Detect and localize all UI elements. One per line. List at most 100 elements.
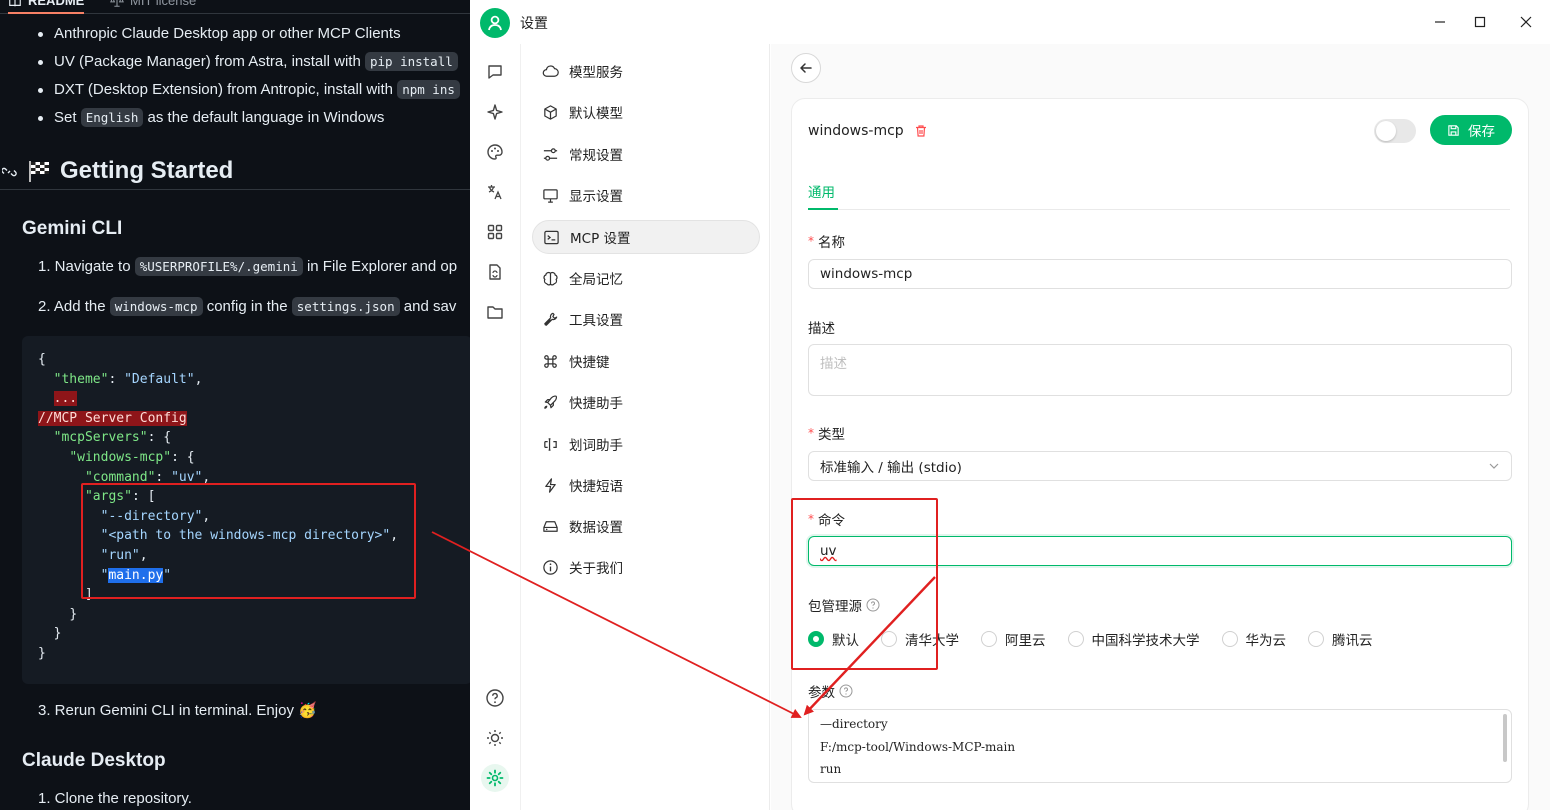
inline-code: settings.json: [291, 297, 400, 316]
type-select[interactable]: 标准输入 / 输出 (stdio): [808, 451, 1512, 481]
avatar[interactable]: [480, 8, 510, 38]
zap-icon: [545, 477, 556, 493]
radio-label: 阿里云: [1005, 633, 1046, 649]
close-icon: [1520, 16, 1532, 28]
menu-item-label: 默认模型: [569, 106, 623, 122]
settings-window: 设置 模型服务 默认模型 常规设置 显示设置 MCP 设置 全局记忆 工具设置 …: [470, 0, 1550, 810]
menu-item-general-settings[interactable]: 常规设置: [532, 137, 760, 171]
radio-aliyun[interactable]: 阿里云: [981, 629, 1046, 649]
help-icon[interactable]: [483, 686, 507, 710]
menu-item-shortcuts[interactable]: 快捷键: [532, 344, 760, 378]
title-bar: 设置: [470, 0, 1550, 44]
file-sync-icon[interactable]: [483, 260, 507, 284]
mcp-server-editor: windows-mcp 保存 通用 * 名称 windows-mcp 描述 描述 …: [771, 44, 1550, 810]
menu-item-quick-assistant[interactable]: 快捷助手: [532, 385, 760, 419]
menu-item-display-settings[interactable]: 显示设置: [532, 178, 760, 212]
arrow-left-icon: [800, 63, 812, 73]
github-readme-panel: README MIT license Anthropic Claude Desk…: [0, 0, 470, 810]
code-line: ...: [53, 391, 78, 407]
menu-item-label: 显示设置: [569, 189, 623, 205]
trash-icon[interactable]: [914, 124, 928, 138]
radio-tencent[interactable]: 腾讯云: [1308, 629, 1373, 649]
menu-item-mcp-settings[interactable]: MCP 设置: [532, 220, 760, 254]
menu-item-quick-phrases[interactable]: 快捷短语: [532, 468, 760, 502]
requirements-list: Anthropic Claude Desktop app or other MC…: [38, 22, 460, 134]
inline-code: pip install: [364, 52, 458, 71]
maximize-button[interactable]: [1468, 10, 1492, 34]
radio-button[interactable]: [1067, 631, 1084, 647]
code-line: {: [38, 352, 46, 367]
menu-item-label: 快捷助手: [569, 396, 623, 412]
scrollbar[interactable]: [1503, 714, 1507, 762]
back-button[interactable]: [791, 53, 821, 83]
menu-item-label: 快捷短语: [569, 479, 623, 495]
gemini-heading: Gemini CLI: [22, 218, 123, 239]
description-input[interactable]: 描述: [808, 344, 1512, 396]
settings-icon[interactable]: [481, 764, 509, 792]
menu-item-about[interactable]: 关于我们: [532, 550, 760, 584]
section-heading: Getting Started: [0, 152, 470, 190]
list-item-text: as the default language in Windows: [147, 109, 385, 126]
code-key: "theme": [53, 371, 109, 387]
label-text: 描述: [808, 321, 835, 337]
help-icon[interactable]: [839, 684, 853, 698]
close-button[interactable]: [1514, 10, 1538, 34]
step-text: config in the: [206, 298, 288, 315]
radio-button[interactable]: [1308, 631, 1324, 647]
checkered-flag-icon: [29, 160, 49, 182]
monitor-icon: [543, 188, 558, 203]
name-input[interactable]: windows-mcp: [808, 259, 1512, 289]
radio-button[interactable]: [1221, 631, 1238, 647]
step-1: 1. Navigate to %USERPROFILE%/.gemini in …: [38, 257, 458, 276]
code-comment: //MCP Server Config: [38, 410, 187, 426]
palette-icon[interactable]: [483, 140, 507, 164]
translate-icon[interactable]: [483, 180, 507, 204]
save-icon: [1448, 124, 1459, 136]
server-enable-toggle[interactable]: [1374, 119, 1416, 143]
save-button[interactable]: 保存: [1430, 115, 1512, 145]
menu-item-data-settings[interactable]: 数据设置: [532, 509, 760, 543]
server-name: windows-mcp: [808, 123, 904, 139]
label-text: 类型: [818, 427, 845, 443]
chevron-down-icon: [1489, 463, 1499, 469]
command-icon: [544, 354, 557, 368]
args-textarea[interactable]: —directory F:/mcp-tool/Windows-MCP-main …: [808, 709, 1512, 783]
input-placeholder: 描述: [820, 356, 847, 372]
chat-icon[interactable]: [483, 60, 507, 84]
server-card: windows-mcp 保存 通用 * 名称 windows-mcp 描述 描述 …: [791, 98, 1529, 810]
terminal-icon: [544, 230, 559, 244]
brain-icon: [543, 271, 558, 285]
inline-code: %USERPROFILE%/.gemini: [134, 257, 303, 276]
tab-license[interactable]: MIT license: [110, 0, 196, 8]
radio-huawei[interactable]: 华为云: [1221, 629, 1286, 649]
claude-heading: Claude Desktop: [22, 750, 166, 771]
menu-item-global-memory[interactable]: 全局记忆: [532, 261, 760, 295]
menu-item-label: 模型服务: [569, 65, 623, 81]
section-heading-text: Getting Started: [60, 156, 234, 184]
apps-icon[interactable]: [483, 220, 507, 244]
minimize-button[interactable]: [1428, 10, 1452, 34]
link-icon[interactable]: [2, 163, 18, 179]
args-line: run: [820, 762, 842, 776]
menu-item-model-service[interactable]: 模型服务: [532, 54, 760, 88]
menu-item-default-model[interactable]: 默认模型: [532, 95, 760, 129]
menu-item-selection-assistant[interactable]: 划词助手: [532, 427, 760, 461]
label-text: 名称: [818, 235, 845, 251]
menu-item-tool-settings[interactable]: 工具设置: [532, 302, 760, 336]
folder-icon[interactable]: [483, 300, 507, 324]
sparkle-icon[interactable]: [483, 100, 507, 124]
sun-icon[interactable]: [483, 726, 507, 750]
step-2: 2. Add the windows-mcp config in the set…: [38, 297, 456, 316]
radio-button[interactable]: [981, 631, 997, 647]
inline-code: windows-mcp: [109, 297, 203, 316]
tab-indicator: [808, 208, 838, 210]
tab-general[interactable]: 通用: [808, 181, 835, 201]
tab-readme[interactable]: README: [8, 0, 85, 14]
list-item-text: DXT (Desktop Extension) from Antropic, i…: [54, 81, 394, 98]
server-header: windows-mcp: [808, 123, 928, 139]
list-item: Set English as the default language in W…: [38, 106, 460, 134]
menu-item-label: 关于我们: [569, 561, 623, 577]
step-text: in File Explorer and op: [306, 258, 458, 275]
radio-ustc[interactable]: 中国科学技术大学: [1067, 629, 1200, 649]
step-text: 3. Rerun Gemini CLI in terminal. Enjoy: [38, 702, 294, 719]
